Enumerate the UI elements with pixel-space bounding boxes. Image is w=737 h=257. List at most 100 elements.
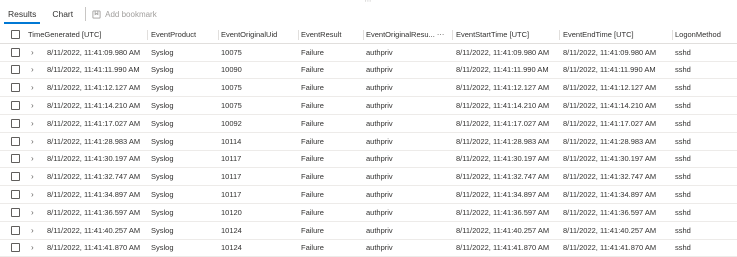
cell-logon-method: sshd xyxy=(675,243,691,253)
chevron-right-icon[interactable]: › xyxy=(31,62,34,79)
cell-event-original-uid: 10117 xyxy=(221,154,242,164)
chevron-right-icon[interactable]: › xyxy=(31,222,34,239)
column-resizer[interactable] xyxy=(218,30,219,40)
select-all-checkbox[interactable] xyxy=(11,29,20,39)
row-checkbox[interactable] xyxy=(11,172,20,182)
row-checkbox-cell[interactable] xyxy=(11,186,20,203)
row-checkbox[interactable] xyxy=(11,136,20,146)
column-header-event-start-time[interactable]: EventStartTime [UTC] xyxy=(456,26,558,43)
cell-event-product: Syslog xyxy=(151,207,174,217)
cell-event-product: Syslog xyxy=(151,243,174,253)
column-resizer[interactable] xyxy=(298,30,299,40)
table-row[interactable]: › 8/11/2022, 11:41:41.870 AM Syslog 10124 Fa… xyxy=(0,240,737,257)
column-resizer[interactable] xyxy=(147,30,148,40)
column-resizer[interactable] xyxy=(363,30,364,40)
column-header-logon-method[interactable]: LogonMethod xyxy=(675,26,735,43)
row-checkbox[interactable] xyxy=(11,65,20,75)
tab-chart[interactable]: Chart xyxy=(44,3,81,25)
row-checkbox[interactable] xyxy=(11,47,20,57)
chevron-right-icon[interactable]: › xyxy=(31,97,34,114)
table-row[interactable]: › 8/11/2022, 11:41:32.747 AM Syslog 10117 Fa… xyxy=(0,168,737,187)
chevron-right-icon[interactable]: › xyxy=(31,115,34,132)
table-row[interactable]: › 8/11/2022, 11:41:28.983 AM Syslog 10114 Fa… xyxy=(0,133,737,151)
cell-time-generated: 8/11/2022, 11:41:09.980 AM xyxy=(47,47,141,57)
column-header-event-end-time[interactable]: EventEndTime [UTC] xyxy=(563,26,671,43)
cell-time-generated: 8/11/2022, 11:41:30.197 AM xyxy=(47,154,141,164)
results-tabbar: Results Chart Add bookmark xyxy=(0,3,737,25)
column-resizer[interactable] xyxy=(672,30,673,40)
column-header-event-result[interactable]: EventResult xyxy=(301,26,361,43)
tab-results[interactable]: Results xyxy=(0,3,44,25)
row-checkbox-cell[interactable] xyxy=(11,168,20,185)
cell-event-original-result: authpriv xyxy=(366,154,393,164)
cell-event-original-result: authpriv xyxy=(366,47,393,57)
chevron-right-icon[interactable]: › xyxy=(31,79,34,96)
cell-event-product: Syslog xyxy=(151,190,174,200)
cell-logon-method: sshd xyxy=(675,47,691,57)
chevron-right-icon[interactable]: › xyxy=(31,204,34,221)
row-checkbox-cell[interactable] xyxy=(11,97,20,114)
row-checkbox-cell[interactable] xyxy=(11,240,20,257)
cell-event-original-uid: 10124 xyxy=(221,225,242,235)
row-checkbox-cell[interactable] xyxy=(11,115,20,132)
row-checkbox[interactable] xyxy=(11,154,20,164)
cell-event-original-result: authpriv xyxy=(366,83,393,93)
cell-logon-method: sshd xyxy=(675,83,691,93)
table-row[interactable]: › 8/11/2022, 11:41:17.027 AM Syslog 10092 Fa… xyxy=(0,115,737,133)
cell-event-end-time: 8/11/2022, 11:41:17.027 AM xyxy=(563,118,657,128)
row-checkbox[interactable] xyxy=(11,118,20,128)
row-checkbox-cell[interactable] xyxy=(11,79,20,96)
chevron-right-icon[interactable]: › xyxy=(31,186,34,203)
table-row[interactable]: › 8/11/2022, 11:41:36.597 AM Syslog 10120 Fa… xyxy=(0,204,737,222)
row-checkbox-cell[interactable] xyxy=(11,151,20,168)
row-checkbox[interactable] xyxy=(11,83,20,93)
results-grid: TimeGenerated [UTC] EventProduct EventOr… xyxy=(0,26,737,257)
cell-logon-method: sshd xyxy=(675,65,691,75)
table-row[interactable]: › 8/11/2022, 11:41:12.127 AM Syslog 10075 Fa… xyxy=(0,79,737,98)
table-row[interactable]: › 8/11/2022, 11:41:30.197 AM Syslog 10117 Fa… xyxy=(0,151,737,169)
chevron-right-icon[interactable]: › xyxy=(31,151,34,168)
cell-event-product: Syslog xyxy=(151,136,174,146)
column-resizer[interactable] xyxy=(559,30,560,40)
chevron-right-icon[interactable]: › xyxy=(31,168,34,185)
table-row[interactable]: › 8/11/2022, 11:41:11.990 AM Syslog 10090 Fa… xyxy=(0,62,737,80)
chevron-right-icon[interactable]: › xyxy=(31,133,34,150)
row-checkbox[interactable] xyxy=(11,101,20,111)
cell-event-original-result: authpriv xyxy=(366,136,393,146)
table-row[interactable]: › 8/11/2022, 11:41:34.897 AM Syslog 10117 Fa… xyxy=(0,186,737,204)
column-header-event-product[interactable]: EventProduct xyxy=(151,26,217,43)
chevron-right-icon[interactable]: › xyxy=(31,240,34,257)
row-checkbox-cell[interactable] xyxy=(11,222,20,239)
row-checkbox[interactable] xyxy=(11,243,20,253)
ellipsis-icon[interactable]: ⋯ xyxy=(437,30,444,39)
select-all-checkbox-cell[interactable] xyxy=(11,26,20,43)
cell-logon-method: sshd xyxy=(675,136,691,146)
chevron-right-icon[interactable]: › xyxy=(31,44,34,61)
add-bookmark-label: Add bookmark xyxy=(105,9,157,19)
column-header-time-generated[interactable]: TimeGenerated [UTC] xyxy=(28,26,146,43)
row-checkbox[interactable] xyxy=(11,225,20,235)
table-row[interactable]: › 8/11/2022, 11:41:09.980 AM Syslog 10075 Fa… xyxy=(0,44,737,62)
cell-event-start-time: 8/11/2022, 11:41:34.897 AM xyxy=(456,190,550,200)
table-row[interactable]: › 8/11/2022, 11:41:40.257 AM Syslog 10124 Fa… xyxy=(0,222,737,240)
row-checkbox-cell[interactable] xyxy=(11,62,20,79)
row-checkbox-cell[interactable] xyxy=(11,204,20,221)
cell-event-end-time: 8/11/2022, 11:41:34.897 AM xyxy=(563,190,657,200)
cell-time-generated: 8/11/2022, 11:41:36.597 AM xyxy=(47,207,141,217)
column-resizer[interactable] xyxy=(452,30,453,40)
row-checkbox[interactable] xyxy=(11,207,20,217)
cell-logon-method: sshd xyxy=(675,190,691,200)
add-bookmark-button[interactable]: Add bookmark xyxy=(92,3,157,25)
cell-event-product: Syslog xyxy=(151,83,174,93)
table-row[interactable]: › 8/11/2022, 11:41:14.210 AM Syslog 10075 Fa… xyxy=(0,97,737,115)
column-header-event-original-result[interactable]: EventOriginalResu... ⋯ xyxy=(366,26,444,43)
row-checkbox[interactable] xyxy=(11,190,20,200)
cell-event-original-uid: 10124 xyxy=(221,243,242,253)
column-header-event-original-uid[interactable]: EventOriginalUid xyxy=(221,26,297,43)
cell-event-start-time: 8/11/2022, 11:41:09.980 AM xyxy=(456,47,550,57)
row-checkbox-cell[interactable] xyxy=(11,44,20,61)
cell-event-start-time: 8/11/2022, 11:41:17.027 AM xyxy=(456,118,550,128)
cell-event-product: Syslog xyxy=(151,118,174,128)
row-checkbox-cell[interactable] xyxy=(11,133,20,150)
cell-logon-method: sshd xyxy=(675,118,691,128)
